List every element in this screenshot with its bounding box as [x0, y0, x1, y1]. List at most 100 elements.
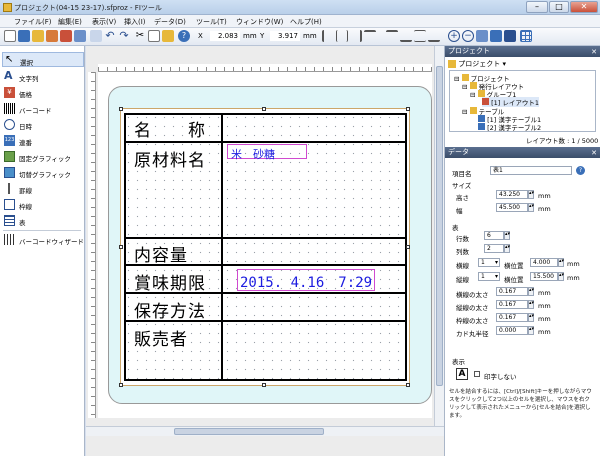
- fit-width-icon[interactable]: [490, 30, 502, 42]
- width-field[interactable]: 45.500: [496, 203, 528, 212]
- hline-select[interactable]: 1: [478, 258, 500, 267]
- noprint-checkbox[interactable]: [474, 371, 480, 377]
- rows-field[interactable]: 6: [484, 231, 504, 240]
- menu-help[interactable]: ヘルプ(H): [290, 17, 322, 27]
- properties-icon[interactable]: [74, 30, 86, 42]
- vthick-spinner[interactable]: ▴▾: [528, 300, 534, 309]
- vpos-field[interactable]: 15.500: [530, 272, 558, 281]
- resize-handle[interactable]: [406, 107, 410, 111]
- fit-page-icon[interactable]: [476, 30, 488, 42]
- tool-barcode-wizard[interactable]: バーコードウィザード: [2, 232, 84, 247]
- rows-spinner[interactable]: ▴▾: [504, 231, 510, 240]
- layout-icon: [482, 98, 489, 105]
- paste-icon[interactable]: [162, 30, 174, 42]
- close-button[interactable]: ✕: [570, 1, 598, 13]
- help-icon[interactable]: ?: [178, 30, 190, 42]
- tool-switch-graphic[interactable]: 切替グラフィック: [2, 165, 84, 180]
- help-icon[interactable]: ?: [576, 166, 585, 175]
- save-icon[interactable]: [18, 30, 30, 42]
- hpos-field[interactable]: 4.000: [530, 258, 558, 267]
- y-field[interactable]: 3.917: [270, 31, 300, 41]
- tool-select[interactable]: ↖ 選択: [2, 52, 84, 67]
- print-icon[interactable]: [46, 30, 58, 42]
- resize-handle[interactable]: [119, 383, 123, 387]
- menu-file[interactable]: ファイル(F): [14, 17, 52, 27]
- preview-icon[interactable]: [60, 30, 72, 42]
- align-center-icon[interactable]: [336, 30, 348, 42]
- panel-close-icon[interactable]: ✕: [591, 148, 597, 159]
- tool-text[interactable]: A 文字列: [2, 69, 84, 84]
- resize-handle[interactable]: [406, 383, 410, 387]
- tool-price[interactable]: ¥ 価格: [2, 85, 84, 100]
- redo-icon[interactable]: ↷: [118, 30, 130, 42]
- cols-field[interactable]: 2: [484, 244, 504, 253]
- panel-close-icon[interactable]: ✕: [591, 47, 597, 58]
- project-tree[interactable]: ⊟ プロジェクト ⊟ 発行レイアウト ⊟ グループ1 [1] レイアウト1 ⊟ …: [449, 70, 596, 132]
- ingredients-text-box[interactable]: 米 砂糖: [227, 144, 307, 161]
- tool-barcode[interactable]: バーコード: [2, 101, 84, 116]
- align-top2-icon[interactable]: [386, 30, 398, 42]
- tool-frame[interactable]: 枠線: [2, 197, 84, 212]
- resize-handle[interactable]: [262, 383, 266, 387]
- hthick-spinner[interactable]: ▴▾: [528, 287, 534, 296]
- cut-icon[interactable]: [90, 30, 102, 42]
- cols-spinner[interactable]: ▴▾: [504, 244, 510, 253]
- tree-item[interactable]: [2] 漢字テーブル2: [478, 122, 541, 132]
- align-top-icon[interactable]: [364, 30, 376, 42]
- align-middle-icon[interactable]: [414, 30, 426, 42]
- expiry-text-box[interactable]: 2015. 4.16 7:29: [237, 269, 375, 291]
- resize-handle[interactable]: [406, 245, 410, 249]
- undo-icon[interactable]: ↶: [104, 30, 116, 42]
- align-bottom-icon[interactable]: [400, 30, 412, 42]
- horizontal-scroll-thumb[interactable]: [174, 428, 324, 435]
- menu-window[interactable]: ウィンドウ(W): [236, 17, 283, 27]
- vpos-spinner[interactable]: ▴▾: [558, 272, 564, 281]
- minimize-button[interactable]: –: [526, 1, 548, 13]
- align-right-icon[interactable]: [350, 30, 362, 42]
- tool-sequence[interactable]: 123 連番: [2, 133, 84, 148]
- new-file-icon[interactable]: [4, 30, 16, 42]
- grid-icon[interactable]: [520, 30, 532, 42]
- resize-handle[interactable]: [119, 245, 123, 249]
- hthick-unit: mm: [538, 289, 551, 297]
- vthick-field[interactable]: 0.167: [496, 300, 528, 309]
- tool-line[interactable]: 罫線: [2, 181, 84, 196]
- zoom-in-icon[interactable]: +: [448, 30, 460, 42]
- copy-icon[interactable]: [148, 30, 160, 42]
- zoom-out-icon[interactable]: −: [462, 30, 474, 42]
- scissors-icon[interactable]: ✂: [134, 30, 146, 42]
- menu-edit[interactable]: 編集(E): [58, 17, 82, 27]
- open-folder-icon[interactable]: [32, 30, 44, 42]
- height-field[interactable]: 43.250: [496, 190, 528, 199]
- resize-handle[interactable]: [119, 107, 123, 111]
- vline-select[interactable]: 1: [478, 272, 500, 281]
- vertical-scrollbar[interactable]: [434, 46, 444, 426]
- horizontal-scrollbar[interactable]: [86, 426, 444, 436]
- menu-insert[interactable]: 挿入(I): [124, 17, 146, 27]
- menu-view[interactable]: 表示(V): [92, 17, 116, 27]
- tool-fixed-graphic[interactable]: 固定グラフィック: [2, 149, 84, 164]
- hthick-field[interactable]: 0.167: [496, 287, 528, 296]
- menu-data[interactable]: データ(D): [154, 17, 186, 27]
- align-left-icon[interactable]: [322, 30, 334, 42]
- vertical-scroll-thumb[interactable]: [436, 66, 443, 386]
- menu-tools[interactable]: ツール(T): [196, 17, 227, 27]
- maximize-button[interactable]: □: [549, 1, 569, 13]
- width-spinner[interactable]: ▴▾: [528, 203, 534, 212]
- x-field[interactable]: 2.083: [210, 31, 240, 41]
- height-spinner[interactable]: ▴▾: [528, 190, 534, 199]
- radius-field[interactable]: 0.000: [496, 326, 528, 335]
- tool-datetime[interactable]: 日時: [2, 117, 84, 132]
- project-dropdown[interactable]: プロジェクト ▾: [448, 59, 528, 69]
- fthick-field[interactable]: 0.167: [496, 313, 528, 322]
- resize-handle[interactable]: [262, 107, 266, 111]
- fthick-spinner[interactable]: ▴▾: [528, 313, 534, 322]
- hpos-spinner[interactable]: ▴▾: [558, 258, 564, 267]
- radius-spinner[interactable]: ▴▾: [528, 326, 534, 335]
- item-name-label: 項目名: [452, 170, 472, 178]
- distribute-icon[interactable]: [428, 30, 440, 42]
- item-name-field[interactable]: 表1: [490, 166, 572, 175]
- tool-table[interactable]: 表: [2, 213, 84, 228]
- label-table[interactable]: 名 称 原材料名 内容量 賞味期限 保存方法 販売者 米 砂糖 2015. 4.…: [124, 113, 407, 381]
- actual-size-icon[interactable]: [504, 30, 516, 42]
